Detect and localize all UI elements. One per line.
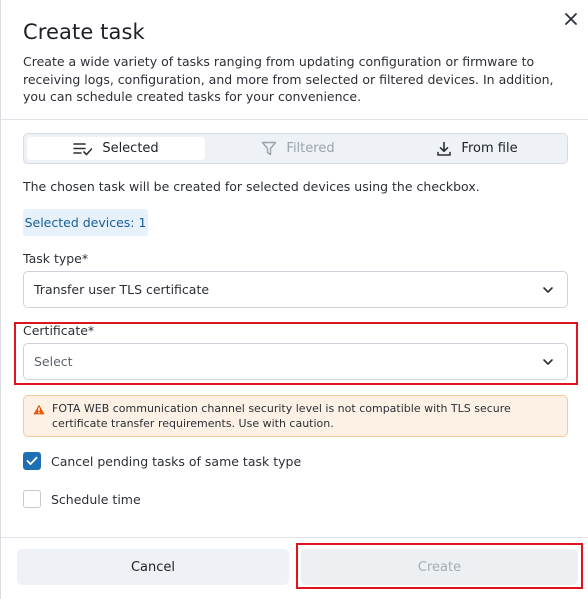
selected-devices-badge: Selected devices: 1	[23, 209, 148, 236]
device-source-selector: Selected Filtered From file	[23, 133, 568, 164]
create-highlight	[296, 543, 583, 589]
tab-selected[interactable]: Selected	[27, 137, 205, 160]
footer-divider	[1, 537, 588, 538]
download-icon	[437, 141, 452, 156]
dialog-title: Create task	[23, 20, 145, 44]
tab-filtered[interactable]: Filtered	[209, 137, 387, 160]
dialog-description: Create a wide variety of tasks ranging f…	[23, 54, 554, 104]
tab-from-file-label: From file	[461, 141, 518, 156]
filter-icon	[262, 141, 277, 156]
close-icon	[565, 13, 577, 25]
header-divider	[1, 119, 588, 120]
chevron-down-icon	[543, 287, 553, 293]
task-type-select[interactable]: Transfer user TLS certificate	[23, 271, 568, 308]
schedule-time-checkbox[interactable]	[23, 490, 41, 508]
tab-from-file[interactable]: From file	[388, 137, 566, 160]
create-task-dialog: Create task Create a wide variety of tas…	[0, 0, 588, 599]
cancel-pending-label: Cancel pending tasks of same task type	[51, 453, 302, 469]
selected-list-icon	[73, 142, 93, 155]
warning-text: FOTA WEB communication channel security …	[52, 402, 511, 430]
warning-icon	[33, 404, 45, 415]
cancel-pending-checkbox[interactable]	[23, 452, 41, 470]
certificate-highlight	[14, 322, 578, 385]
checkmark-icon	[26, 456, 38, 465]
cancel-pending-option[interactable]: Cancel pending tasks of same task type	[23, 451, 301, 471]
close-button[interactable]	[561, 9, 581, 29]
task-type-value: Transfer user TLS certificate	[34, 282, 210, 297]
schedule-time-option[interactable]: Schedule time	[23, 489, 141, 509]
task-type-label: Task type*	[23, 251, 89, 266]
tls-warning-banner: FOTA WEB communication channel security …	[23, 395, 568, 437]
selection-info-text: The chosen task will be created for sele…	[23, 179, 480, 194]
schedule-time-label: Schedule time	[51, 491, 141, 507]
tab-filtered-label: Filtered	[286, 141, 335, 156]
cancel-button[interactable]: Cancel	[17, 549, 289, 585]
tab-selected-label: Selected	[102, 141, 159, 156]
